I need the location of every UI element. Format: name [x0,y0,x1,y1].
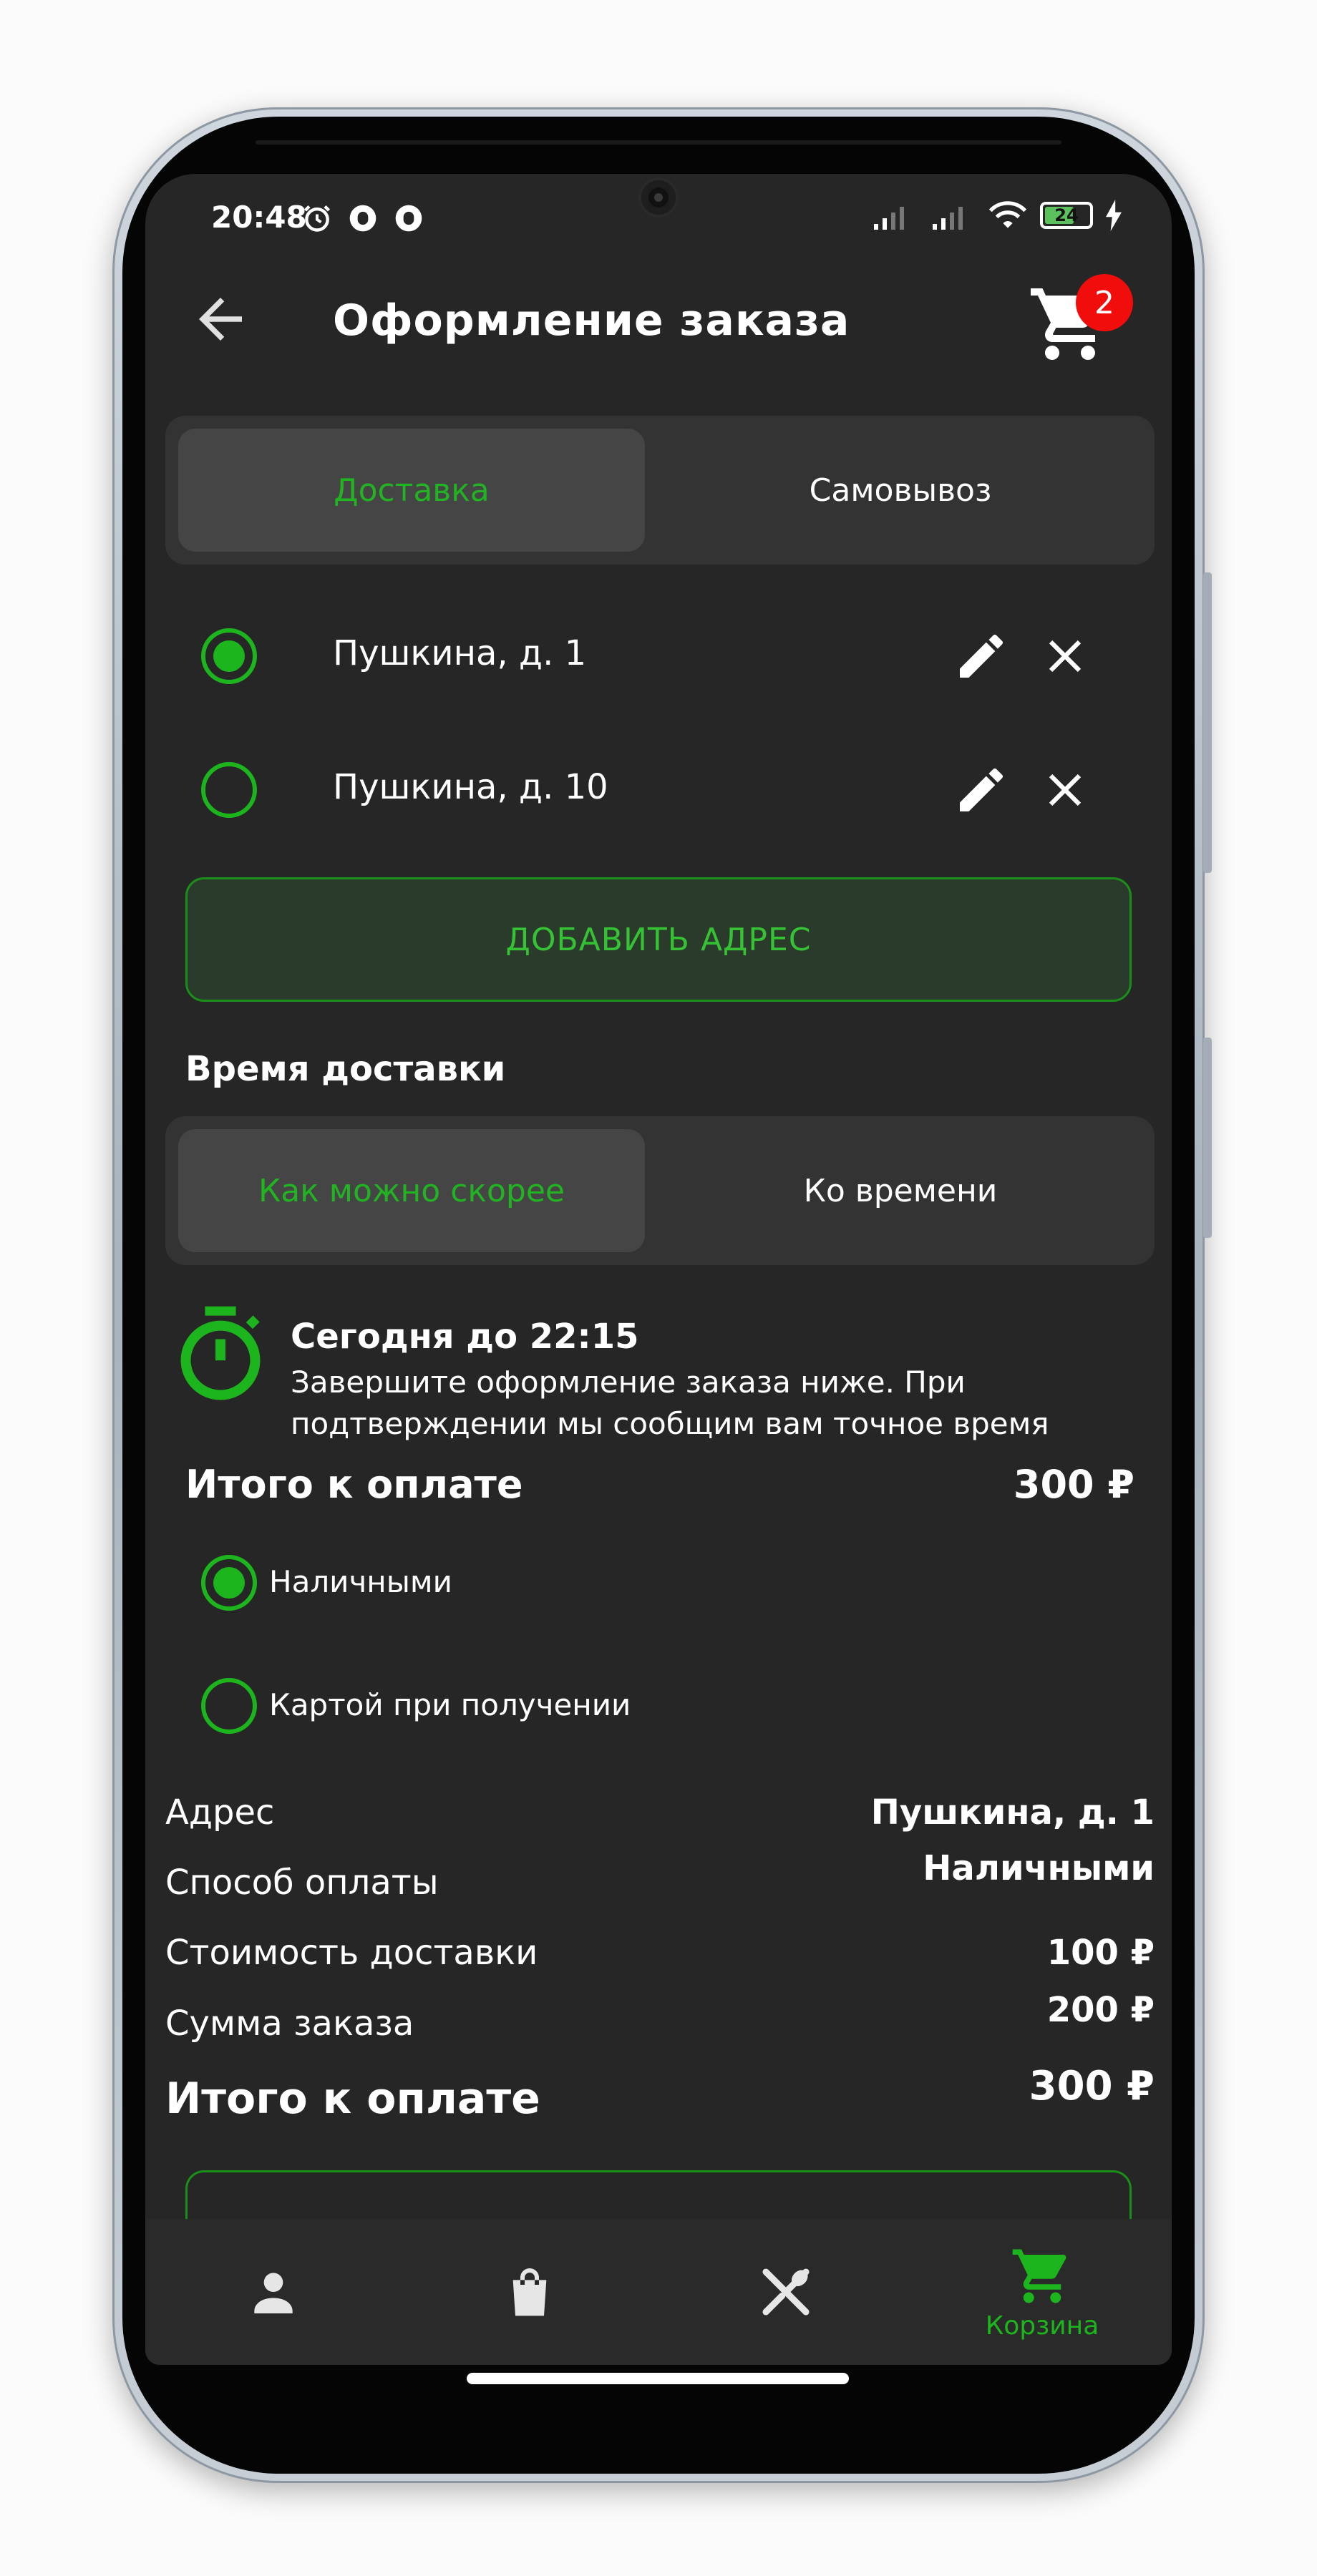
delivery-eta-description: Завершите оформление заказа ниже. При по… [291,1365,1049,1441]
bottom-navigation: Корзина [145,2219,1172,2365]
delivery-eta: Сегодня до 22:15 [291,1317,639,1357]
person-icon [254,2273,293,2313]
stopwatch-icon [180,1306,261,1400]
shopping-bag-icon [512,2268,547,2316]
summary-value: 200 ₽ [1046,1990,1155,2030]
address-label: Пушкина, д. 1 [333,633,587,673]
status-time: 20:48 [211,200,307,235]
app-screen: 20:48 24 Оформление заказа 2 Доставка Са… [145,174,1172,2365]
signal-icon [933,207,963,230]
delivery-time-tabs: Как можно скорее Ко времени [165,1116,1155,1265]
charging-icon [1106,200,1122,231]
battery-level: 24 [1054,205,1079,225]
summary-label: Сумма заказа [165,2004,414,2044]
payment-total-label: Итого к оплате [185,1462,523,1507]
delete-address-button[interactable] [1031,756,1099,824]
status-icons: 24 [871,200,1122,231]
close-icon [1049,774,1082,806]
payment-option-label: Наличными [269,1564,452,1599]
close-icon [1049,640,1082,673]
nav-item-menu[interactable] [658,2219,914,2365]
edit-address-button[interactable] [947,756,1016,824]
summary-label: Способ оплаты [165,1863,439,1903]
battery-icon: 24 [1040,202,1093,229]
summary-total-label: Итого к оплате [165,2074,540,2124]
cart-badge: 2 [1076,274,1133,331]
tab-delivery[interactable]: Доставка [178,416,645,565]
tab-asap[interactable]: Как можно скорее [178,1116,645,1265]
tab-pickup[interactable]: Самовывоз [659,416,1142,565]
delivery-type-tabs: Доставка Самовывоз [165,416,1155,565]
tab-scheduled[interactable]: Ко времени [659,1116,1142,1265]
nav-item-cart[interactable]: Корзина [914,2219,1170,2365]
payment-total-row: Итого к оплате 300 ₽ [185,1462,1134,1507]
home-indicator[interactable] [467,2373,849,2384]
arrow-back-icon [199,298,242,341]
summary-value: Пушкина, д. 1 [870,1792,1155,1833]
app-notification-icon [349,205,376,232]
payment-radio[interactable] [201,1678,257,1734]
earpiece [256,140,1061,145]
front-camera [641,180,676,215]
payment-option-label: Картой при получении [269,1687,631,1722]
summary-total-value: 300 ₽ [1029,2063,1155,2109]
address-label: Пушкина, д. 10 [333,767,608,807]
cart-icon [1012,2249,1066,2303]
restaurant-icon [762,2268,810,2316]
nav-label-cart: Корзина [985,2311,1099,2341]
back-button[interactable] [188,287,253,351]
pencil-icon [960,769,1003,811]
delete-address-button[interactable] [1031,622,1099,691]
wifi-icon [988,201,1027,228]
add-address-button[interactable]: ДОБАВИТЬ АДРЕС [185,877,1132,1002]
signal-icon [874,207,904,230]
delivery-time-title: Время доставки [185,1049,506,1089]
volume-button [1203,572,1212,873]
app-notification-icon [395,205,422,232]
nav-item-profile[interactable] [145,2219,402,2365]
address-radio-selected[interactable] [201,628,257,684]
power-button [1203,1038,1212,1238]
summary-label: Адрес [165,1792,275,1833]
nav-item-orders[interactable] [402,2219,658,2365]
page-title: Оформление заказа [333,296,850,346]
payment-radio-selected[interactable] [201,1555,257,1611]
address-radio[interactable] [201,762,257,818]
summary-label: Стоимость доставки [165,1933,538,1973]
pencil-icon [960,635,1003,678]
summary-value: Наличными [923,1848,1155,1888]
summary-value: 100 ₽ [1046,1933,1155,1973]
edit-address-button[interactable] [947,622,1016,691]
payment-total-value: 300 ₽ [1013,1462,1134,1507]
alarm-icon [303,205,331,232]
